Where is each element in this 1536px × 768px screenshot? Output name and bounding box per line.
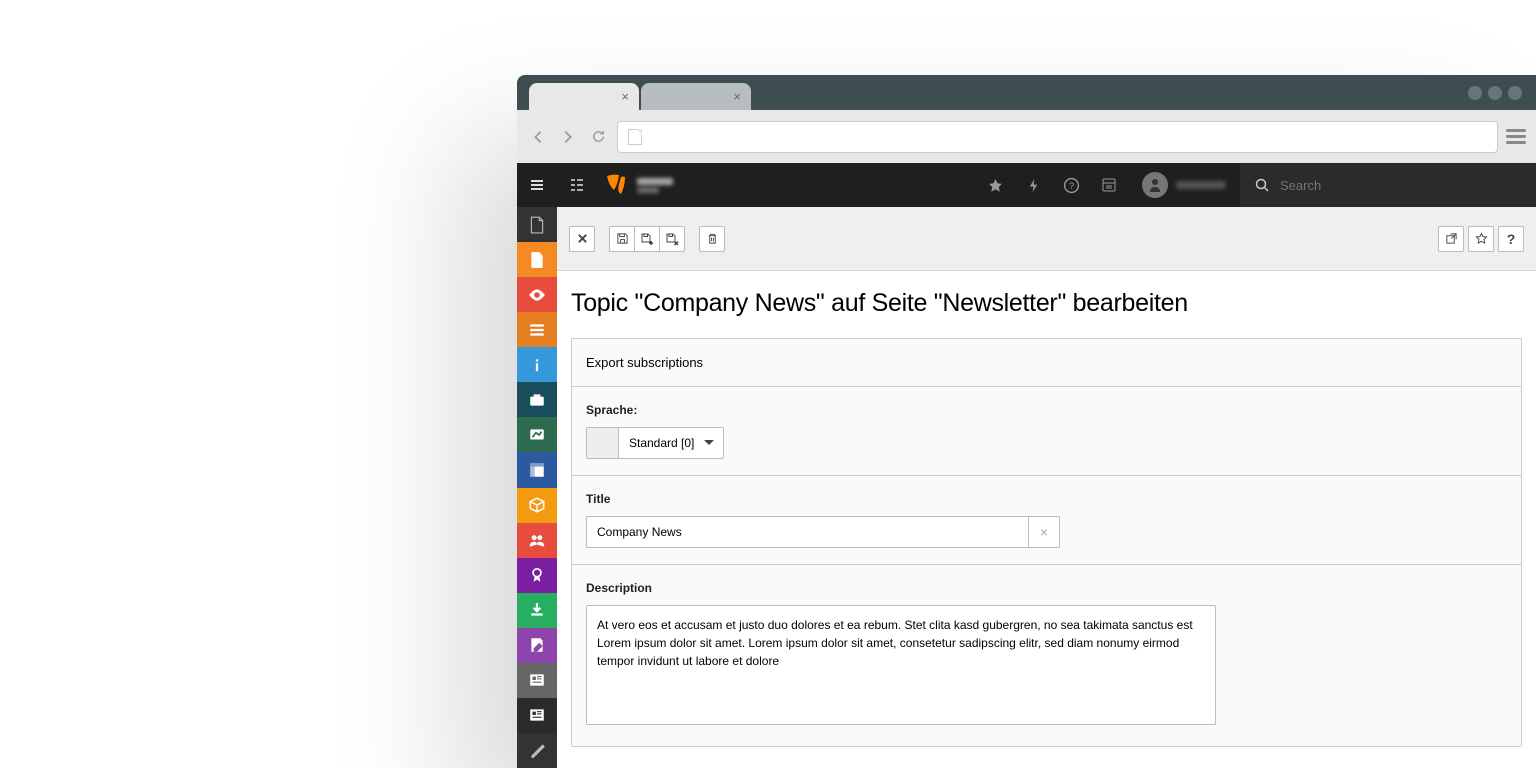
open-new-window-button[interactable]	[1438, 226, 1464, 252]
language-label: Sprache:	[586, 403, 1507, 417]
module-item-news1[interactable]	[517, 663, 557, 698]
title-label: Title	[586, 492, 1507, 506]
reload-button[interactable]	[587, 126, 609, 148]
forward-button[interactable]	[557, 126, 579, 148]
logo-text	[637, 178, 673, 193]
reports-icon[interactable]	[1090, 163, 1128, 207]
delete-button[interactable]	[699, 226, 725, 252]
page-body: Topic "Company News" auf Seite "Newslett…	[557, 271, 1536, 768]
module-item-pen[interactable]	[517, 733, 557, 768]
module-item-download[interactable]	[517, 593, 557, 628]
description-textarea[interactable]: At vero eos et accusam et justo duo dolo…	[586, 605, 1216, 725]
user-menu[interactable]	[1128, 163, 1240, 207]
language-select[interactable]: Standard [0]	[618, 427, 724, 459]
main-panel: ? Topic "Company News" auf Seite "Newsle…	[557, 207, 1536, 768]
browser-address-bar	[517, 110, 1536, 163]
tab-export-subscriptions[interactable]: Export subscriptions	[572, 339, 1521, 387]
window-controls	[1468, 86, 1522, 100]
global-search[interactable]	[1240, 163, 1536, 207]
module-item-presentation[interactable]	[517, 417, 557, 452]
flash-icon[interactable]	[1014, 163, 1052, 207]
page-icon	[628, 129, 642, 145]
save-new-button[interactable]	[634, 226, 660, 252]
help-button[interactable]: ?	[1498, 226, 1524, 252]
description-label: Description	[586, 581, 1507, 595]
window-control-dot[interactable]	[1488, 86, 1502, 100]
search-icon	[1254, 177, 1270, 193]
page-title: Topic "Company News" auf Seite "Newslett…	[557, 289, 1536, 338]
module-item-users[interactable]	[517, 523, 557, 558]
module-item-template[interactable]	[517, 452, 557, 487]
module-item-package[interactable]	[517, 488, 557, 523]
user-name	[1176, 181, 1226, 189]
browser-tabbar: × ×	[517, 75, 1536, 110]
browser-menu-button[interactable]	[1506, 129, 1526, 144]
close-button[interactable]	[569, 226, 595, 252]
module-item-workspace[interactable]	[517, 382, 557, 417]
record-toolbar: ?	[557, 207, 1536, 271]
bookmark-icon[interactable]	[976, 163, 1014, 207]
help-icon[interactable]: ?	[1052, 163, 1090, 207]
browser-tab[interactable]: ×	[641, 83, 751, 110]
module-item-award[interactable]	[517, 558, 557, 593]
app-logo	[603, 172, 673, 198]
window-control-dot[interactable]	[1468, 86, 1482, 100]
save-button-group	[609, 226, 685, 252]
title-field-block: Title ×	[572, 476, 1521, 565]
browser-tab[interactable]: ×	[529, 83, 639, 110]
title-input[interactable]	[586, 516, 1028, 548]
browser-window: × ×	[517, 75, 1536, 768]
window-control-dot[interactable]	[1508, 86, 1522, 100]
app-menu-icon[interactable]	[517, 163, 557, 207]
module-item-edit[interactable]	[517, 628, 557, 663]
module-item-view[interactable]	[517, 277, 557, 312]
app-top-bar: ?	[517, 163, 1536, 207]
logo-icon	[603, 172, 629, 198]
form-panel: Export subscriptions Sprache: Standard […	[571, 338, 1522, 747]
module-item-news2[interactable]	[517, 698, 557, 733]
content-area: ? Topic "Company News" auf Seite "Newsle…	[517, 207, 1536, 768]
language-flag-box	[586, 427, 618, 459]
url-input[interactable]	[617, 121, 1498, 153]
tab-close-icon[interactable]: ×	[733, 89, 741, 104]
tree-toggle-icon[interactable]	[557, 163, 597, 207]
module-item-file[interactable]	[517, 207, 557, 242]
module-item-list[interactable]	[517, 312, 557, 347]
save-close-button[interactable]	[659, 226, 685, 252]
description-field-block: Description At vero eos et accusam et ju…	[572, 565, 1521, 746]
module-item-info[interactable]	[517, 347, 557, 382]
module-item-page[interactable]	[517, 242, 557, 277]
save-button[interactable]	[609, 226, 635, 252]
back-button[interactable]	[527, 126, 549, 148]
svg-text:?: ?	[1068, 181, 1073, 192]
clear-title-button[interactable]: ×	[1028, 516, 1060, 548]
bookmark-button[interactable]	[1468, 226, 1494, 252]
tab-close-icon[interactable]: ×	[621, 89, 629, 104]
language-field-block: Sprache: Standard [0]	[572, 387, 1521, 476]
search-input[interactable]	[1280, 178, 1522, 193]
avatar-icon	[1142, 172, 1168, 198]
module-sidebar	[517, 207, 557, 768]
